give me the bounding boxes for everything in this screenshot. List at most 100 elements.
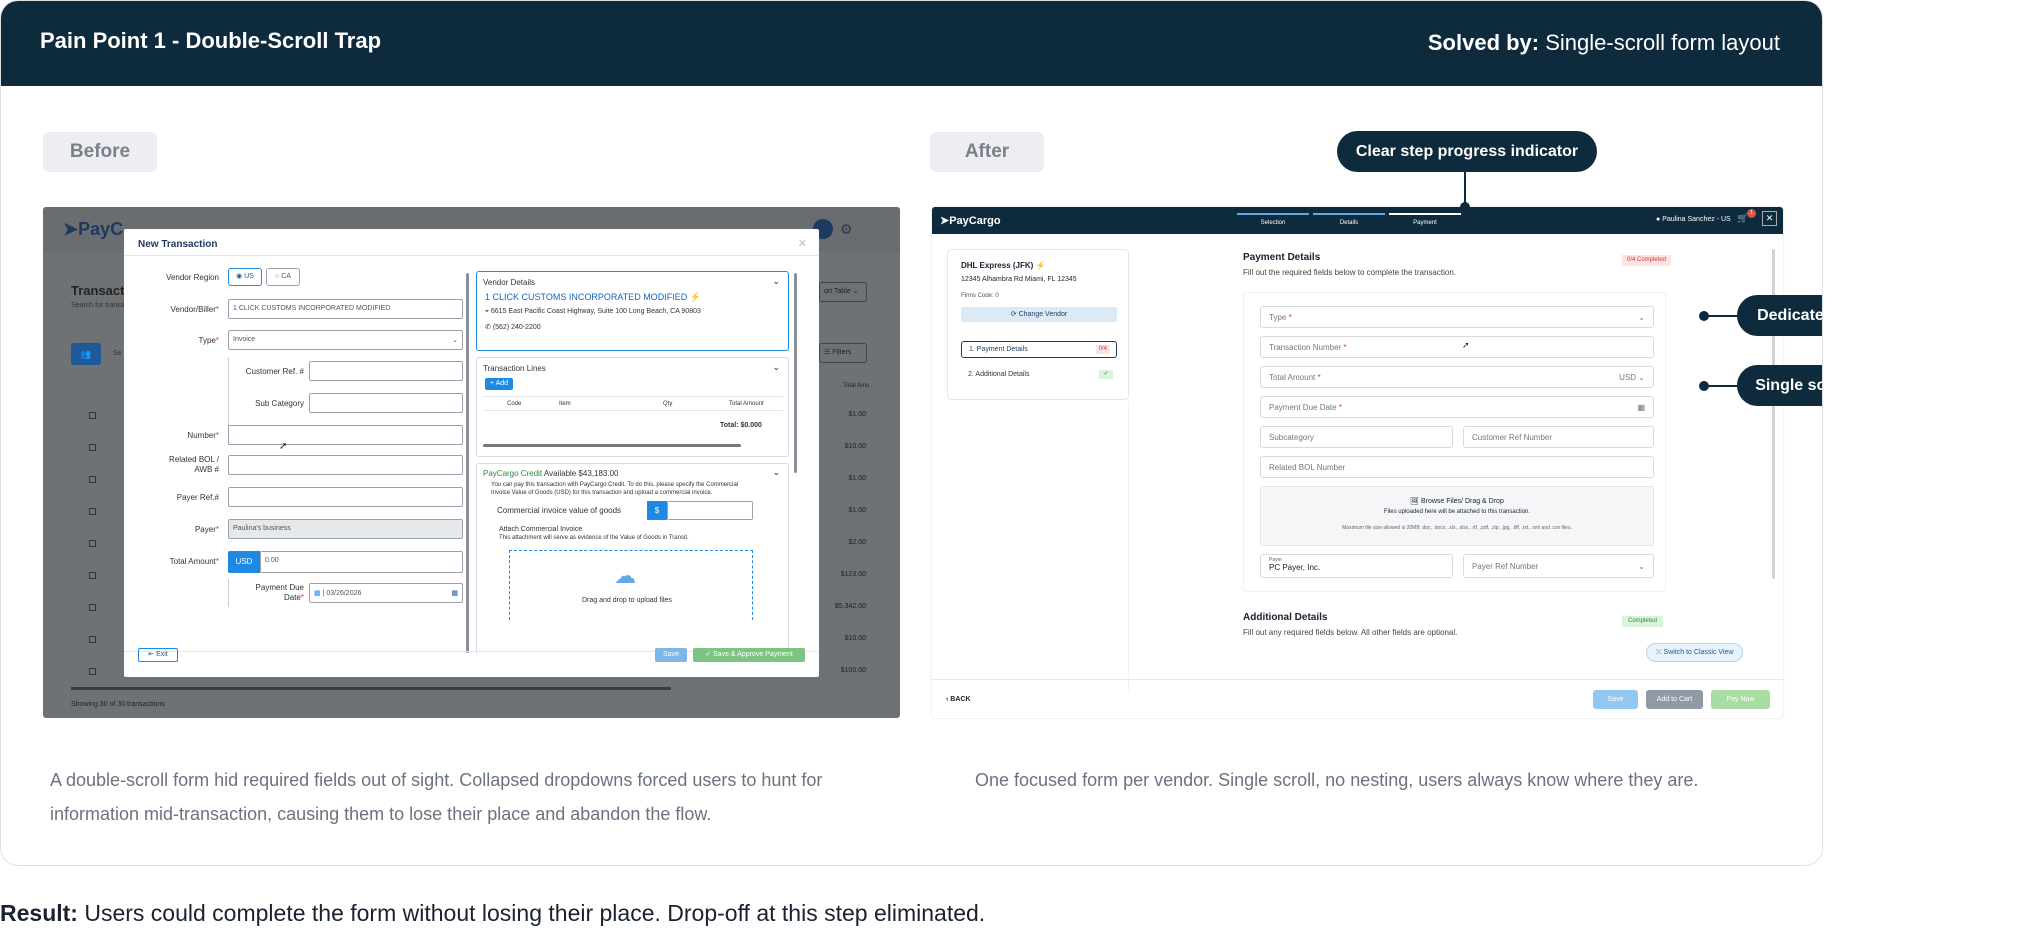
result-statement: Result: Users could complete the form wi…	[0, 900, 985, 927]
modal-title: New Transaction	[138, 239, 218, 250]
row-checkbox[interactable]	[89, 668, 96, 675]
switch-classic-view-button[interactable]: ⤫ Switch to Classic View	[1646, 643, 1744, 662]
chevron-down-icon[interactable]: ⌄	[772, 362, 780, 373]
after-caption: One focused form per vendor. Single scro…	[975, 770, 1699, 790]
payer-input[interactable]: Payer PC Payer, Inc.	[1260, 554, 1453, 578]
user-menu[interactable]: ● Paulina Sanchez - US	[1656, 216, 1731, 223]
step-label[interactable]: Payment	[1389, 220, 1461, 226]
row-checkbox[interactable]	[89, 572, 96, 579]
app-topbar: ➤PayCargo Selection Details Payment ● Paul…	[932, 207, 1783, 234]
amount-cell: $1.00	[848, 411, 866, 418]
callout-single-scroll: Single scroll · linear layout	[1737, 365, 1822, 406]
transaction-number-input[interactable]: Transaction Number *	[1260, 336, 1654, 358]
exit-button[interactable]: ⇤ Exit	[138, 648, 178, 662]
payer-ref-input[interactable]	[228, 487, 463, 507]
users-icon[interactable]: 👥	[71, 343, 101, 365]
commercial-value-input[interactable]	[667, 501, 753, 520]
payment-due-input[interactable]: ▦ | 03/26/2026 ▦	[309, 583, 463, 603]
credit-desc: You can pay this transaction with PayCar…	[491, 482, 739, 488]
col-code: Code	[507, 401, 522, 407]
currency-badge[interactable]: USD	[228, 551, 260, 573]
row-checkbox[interactable]	[89, 476, 96, 483]
sort-table-button[interactable]: ort Table ⌄	[819, 282, 867, 302]
callout-dedicated: Dedicated page. No form nesting	[1737, 295, 1822, 336]
amount-cell: $5,342.00	[834, 603, 866, 610]
customer-ref-input[interactable]: Customer Ref Number	[1463, 426, 1654, 448]
solved-by-value: Single-scroll form layout	[1545, 30, 1780, 55]
completed-badge: 0/4 Completed	[1622, 255, 1672, 266]
attach-desc: This attachment will serve as evidence o…	[499, 535, 689, 541]
number-label: Number*	[187, 431, 219, 440]
vendor-biller-input[interactable]: 1 CLICK CUSTOMS INCORPORATED MODIFIED	[228, 299, 463, 319]
number-input[interactable]	[228, 425, 463, 445]
total-amount-input[interactable]: Total Amount * USD ⌄	[1260, 366, 1654, 388]
type-select[interactable]: Type * ⌄	[1260, 306, 1654, 328]
close-icon[interactable]: ✕	[798, 237, 807, 250]
region-us-radio[interactable]: ◉ US	[228, 268, 262, 286]
row-checkbox[interactable]	[89, 636, 96, 643]
close-icon[interactable]: ✕	[1762, 211, 1777, 226]
credit-desc: Invoice Value of Goods (USD) for this tr…	[491, 490, 713, 496]
change-vendor-button[interactable]: ⟳ Change Vendor	[961, 307, 1117, 322]
save-approve-button[interactable]: ✓ Save & Approve Payment	[693, 648, 805, 662]
type-select[interactable]: Invoice ⌄	[228, 330, 463, 350]
region-ca-radio[interactable]: ○ CA	[266, 268, 300, 286]
commercial-value-label: Commercial invoice value of goods	[497, 506, 622, 515]
gear-icon[interactable]: ⚙	[840, 221, 853, 238]
payment-due-date-input[interactable]: Payment Due Date * ▦	[1260, 396, 1654, 418]
row-checkbox[interactable]	[89, 444, 96, 451]
horizontal-scrollbar[interactable]	[483, 444, 741, 447]
sub-category-input[interactable]	[309, 393, 463, 413]
row-checkbox[interactable]	[89, 412, 96, 419]
back-button[interactable]: ‹ BACK	[946, 696, 971, 703]
browse-label: 🖼 Browse Files/ Drag & Drop	[1410, 498, 1504, 505]
page-subtitle: Search for transa	[71, 302, 125, 309]
vendor-sidebar: DHL Express (JFK) ⚡ 12345 Alhambra Rd Mi…	[947, 249, 1129, 400]
chevron-down-icon[interactable]: ⌄	[772, 467, 780, 478]
related-bol-input[interactable]: Related BOL Number	[1260, 456, 1654, 478]
save-button[interactable]: Save	[655, 648, 687, 662]
row-checkbox[interactable]	[89, 540, 96, 547]
result-label: Result:	[0, 900, 78, 926]
upload-dropzone[interactable]: ☁ Drag and drop to upload files	[509, 550, 753, 620]
subcategory-input[interactable]: Subcategory	[1260, 426, 1453, 448]
filters-button[interactable]: ☰ Filters	[819, 343, 867, 363]
dollar-badge: $	[647, 501, 667, 520]
vendor-region-label: Vendor Region	[166, 273, 219, 282]
row-checkbox[interactable]	[89, 604, 96, 611]
additional-title: Additional Details	[1243, 612, 1328, 623]
cloud-upload-icon: ☁	[614, 563, 636, 588]
payment-due-label: Payment Due Date*	[255, 583, 304, 602]
step-bar	[1313, 213, 1385, 215]
vendor-biller-label: Vendor/Biller*	[170, 305, 219, 314]
step-label[interactable]: Selection	[1237, 220, 1309, 226]
chevron-down-icon[interactable]: ⌄	[772, 276, 780, 287]
save-button[interactable]: Save	[1593, 690, 1638, 709]
nav-payment-details[interactable]: 1. Payment Details 0/4	[961, 341, 1117, 358]
app-logo: ➤PayCargo	[940, 215, 1001, 227]
related-bol-input[interactable]	[228, 455, 463, 475]
nav-additional-details[interactable]: 2. Additional Details	[968, 371, 1029, 378]
vendor-address: ⌖ 6615 East Pacific Coast Highway, Suite…	[485, 308, 701, 315]
sub-category-label: Sub Category	[255, 399, 304, 408]
add-line-button[interactable]: + Add	[485, 378, 513, 390]
right-scrollbar[interactable]	[794, 273, 797, 473]
additional-desc: Fill out any required fields below. All …	[1243, 628, 1458, 637]
vendor-name: DHL Express (JFK) ⚡	[961, 261, 1046, 270]
callout-progress: Clear step progress indicator	[1337, 131, 1597, 172]
type-label: Type*	[198, 336, 219, 345]
after-label: After	[930, 132, 1044, 172]
before-screenshot: ➤PayC ⚙ Transacti Search for transa 👥 Se…	[43, 207, 900, 718]
payer-ref-select[interactable]: Payer Ref Number ⌄	[1463, 554, 1654, 578]
file-dropzone[interactable]: 🖼 Browse Files/ Drag & Drop Files upload…	[1260, 486, 1654, 546]
pay-now-button[interactable]: Pay Now	[1711, 690, 1770, 709]
total-amount-input[interactable]: 0.00	[260, 551, 463, 573]
customer-ref-input[interactable]	[309, 361, 463, 381]
step-bar	[1389, 213, 1461, 215]
add-to-cart-button[interactable]: Add to Cart	[1646, 690, 1703, 709]
left-scrollbar[interactable]	[466, 273, 469, 653]
cart-count-badge: 1	[1747, 209, 1756, 218]
browse-note: Files uploaded here will be attached to …	[1383, 509, 1531, 515]
step-label[interactable]: Details	[1313, 220, 1385, 226]
row-checkbox[interactable]	[89, 508, 96, 515]
